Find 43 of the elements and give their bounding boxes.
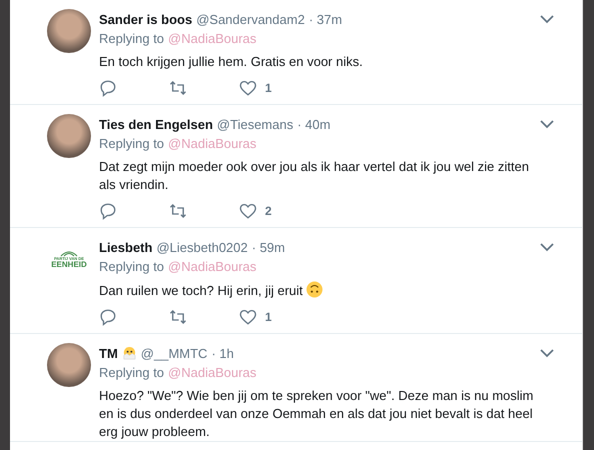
replying-label: Replying to [99, 259, 164, 276]
caret-icon[interactable] [540, 242, 554, 252]
reply-icon[interactable] [99, 79, 117, 97]
like-icon[interactable] [239, 202, 257, 220]
tweet-text: Dat zegt mijn moeder ook over jou als ik haar vertel dat ik jou wel zie zitten als vriendin. [99, 158, 530, 194]
like-count: 2 [265, 204, 272, 218]
tweet-time[interactable]: · 1h [211, 346, 234, 360]
user-handle[interactable]: @Liesbeth0202 [156, 240, 248, 254]
user-name[interactable]: TM [99, 346, 118, 360]
user-name[interactable]: Ties den Engelsen [99, 116, 213, 132]
caret-icon[interactable] [540, 348, 554, 358]
tweet-time[interactable]: · 59m [252, 240, 285, 254]
like-icon[interactable] [239, 308, 257, 326]
upside-down-face-icon [306, 281, 324, 298]
like-count: 1 [265, 81, 272, 95]
logo-text: EENHEID [51, 260, 87, 268]
retweet-icon[interactable] [169, 308, 187, 326]
like-count: 1 [265, 310, 272, 324]
tweet-text: Dan ruilen we toch? Hij erin, jij eruit [99, 281, 548, 300]
avatar-placeholder[interactable] [47, 9, 91, 53]
tweet-text: En toch krijgen jullie hem. Gratis en voor niks. [99, 53, 364, 71]
reply-icon[interactable] [99, 202, 117, 220]
user-name[interactable]: Liesbeth [99, 240, 152, 254]
caret-icon[interactable] [540, 120, 554, 128]
arch-icon [60, 250, 78, 256]
replying-label: Replying to [99, 365, 164, 382]
tweet-time[interactable]: · 40m [297, 116, 330, 132]
caret-icon[interactable] [540, 14, 554, 24]
retweet-icon[interactable] [169, 79, 187, 97]
like-icon[interactable] [239, 79, 257, 97]
tweet-time[interactable]: · 37m [308, 12, 342, 26]
tweet-text: Hoezo? "We"? Wie ben jij om te spreken voor "we". Deze man is nu moslim en is dus onderdeel van onze Oemmah en als dat jou niet bevalt is dat heel erg jouw probleem. [99, 387, 534, 441]
user-handle[interactable]: @__MMTC [140, 346, 208, 360]
user-handle[interactable]: @Sandervandam2 [196, 12, 305, 26]
user-name[interactable]: Sander is boos [99, 12, 192, 26]
retweet-icon[interactable] [169, 202, 187, 220]
avatar-placeholder[interactable] [47, 343, 91, 387]
reply-icon[interactable] [99, 308, 117, 326]
chick-icon [122, 346, 137, 360]
user-handle[interactable]: @Tiesemans [216, 116, 294, 132]
avatar-placeholder[interactable] [47, 114, 91, 158]
replying-label: Replying to [99, 31, 164, 48]
replying-label: Replying to [99, 136, 164, 153]
